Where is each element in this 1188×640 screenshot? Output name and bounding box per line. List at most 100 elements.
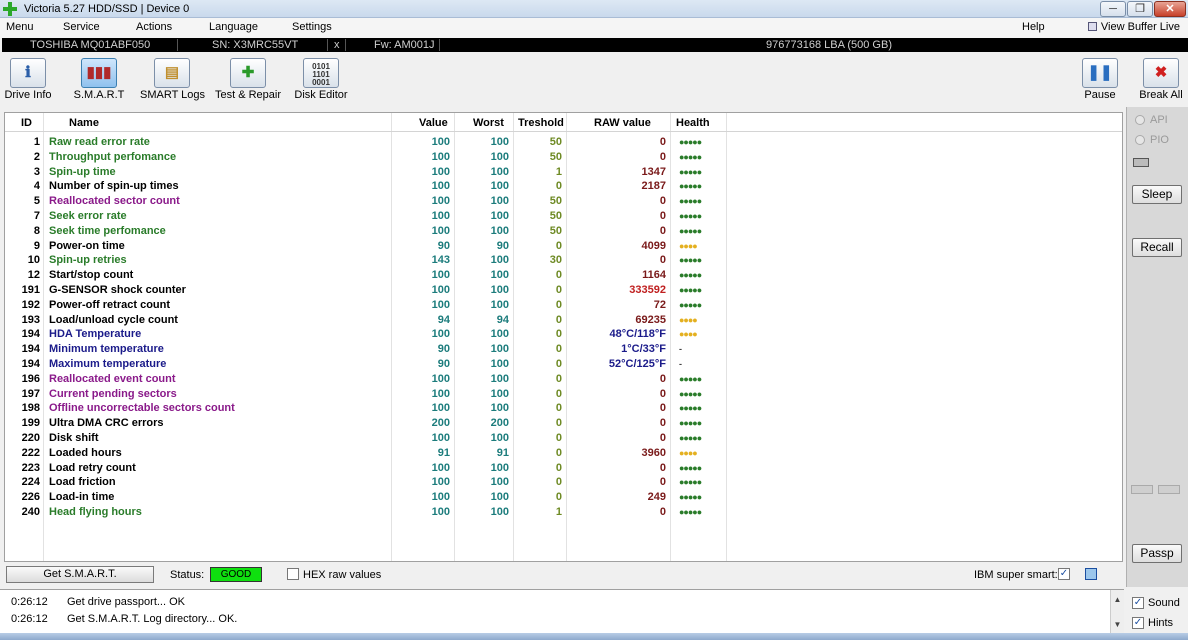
recall-button[interactable]: Recall — [1132, 238, 1182, 257]
menu-settings[interactable]: Settings — [292, 21, 332, 33]
row-id: 2 — [33, 150, 40, 163]
menu-menu[interactable]: Menu — [6, 21, 34, 33]
table-row[interactable]: 194 Minimum temperature 90 100 0 1°C/33°F - — [5, 342, 1122, 357]
table-row[interactable]: 226 Load-in time 100 100 0 249 ●●●●● — [5, 490, 1122, 505]
menu-help[interactable]: Help — [1022, 21, 1045, 33]
hints-checkbox[interactable]: ✓ — [1132, 617, 1144, 629]
table-row[interactable]: 193 Load/unload cycle count 94 94 0 69235 ●●●● — [5, 313, 1122, 328]
table-row[interactable]: 194 HDA Temperature 100 100 0 48°C/118°F ●●●● — [5, 327, 1122, 342]
table-row[interactable]: 10 Spin-up retries 143 100 30 0 ●●●●● — [5, 253, 1122, 268]
hex-raw-checkbox[interactable] — [287, 568, 299, 580]
table-row[interactable]: 222 Loaded hours 91 91 0 3960 ●●●● — [5, 446, 1122, 461]
table-row[interactable]: 220 Disk shift 100 100 0 0 ●●●●● — [5, 431, 1122, 446]
row-id: 12 — [27, 269, 40, 282]
row-value: 100 — [431, 328, 450, 341]
smart-chart-icon: ▮▮▮ — [81, 58, 117, 88]
row-value: 100 — [431, 298, 450, 311]
table-row[interactable]: 199 Ultra DMA CRC errors 200 200 0 0 ●●●●● — [5, 416, 1122, 431]
maximize-button[interactable]: ❐ — [1127, 1, 1153, 17]
toolbar: ℹ Drive Info ▮▮▮ S.M.A.R.T ▤ SMART Logs … — [0, 53, 1188, 105]
row-health: ●●●●● — [679, 181, 702, 192]
smart-logs-button[interactable]: ▤ SMART Logs — [140, 57, 205, 103]
header-id[interactable]: ID — [21, 117, 32, 129]
window-title: Victoria 5.27 HDD/SSD | Device 0 — [24, 3, 190, 15]
hex-raw-label: HEX raw values — [303, 569, 382, 581]
api-radio[interactable] — [1135, 115, 1145, 125]
side-mini-left[interactable] — [1131, 485, 1153, 494]
plus-icon: ✚ — [230, 58, 266, 88]
table-row[interactable]: 2 Throughput perfomance 100 100 50 0 ●●●●● — [5, 150, 1122, 165]
sleep-button[interactable]: Sleep — [1132, 185, 1182, 204]
hints-label: Hints — [1148, 617, 1174, 629]
sound-checkbox[interactable]: ✓ — [1132, 597, 1144, 609]
get-smart-button[interactable]: Get S.M.A.R.T. — [6, 566, 154, 583]
header-threshold[interactable]: Treshold — [518, 117, 564, 129]
row-id: 196 — [21, 372, 40, 385]
row-health: ●●●● — [679, 314, 698, 325]
row-worst: 100 — [490, 298, 509, 311]
scroll-down-icon[interactable]: ▼ — [1111, 620, 1124, 629]
row-id: 199 — [21, 417, 40, 430]
row-threshold: 50 — [549, 150, 562, 163]
header-value[interactable]: Value — [419, 117, 448, 129]
minimize-button[interactable]: ─ — [1100, 1, 1126, 17]
ibm-super-smart-checkbox[interactable]: ✓ — [1058, 568, 1070, 580]
header-raw[interactable]: RAW value — [594, 117, 651, 129]
drive-info-button[interactable]: ℹ Drive Info — [2, 57, 54, 103]
pio-radio[interactable] — [1135, 135, 1145, 145]
disk-editor-button[interactable]: 0101 1101 0001 Disk Editor — [292, 57, 350, 103]
status-bar: Get S.M.A.R.T. Status: GOOD HEX raw valu… — [4, 565, 1123, 585]
table-row[interactable]: 9 Power-on time 90 90 0 4099 ●●●● — [5, 239, 1122, 254]
menu-actions[interactable]: Actions — [136, 21, 172, 33]
table-row[interactable]: 192 Power-off retract count 100 100 0 72 ●●●●● — [5, 298, 1122, 313]
row-threshold: 0 — [555, 180, 562, 193]
table-row[interactable]: 224 Load friction 100 100 0 0 ●●●●● — [5, 475, 1122, 490]
table-row[interactable]: 1 Raw read error rate 100 100 50 0 ●●●●● — [5, 135, 1122, 150]
scroll-up-icon[interactable]: ▲ — [1111, 595, 1124, 604]
table-row[interactable]: 223 Load retry count 100 100 0 0 ●●●●● — [5, 461, 1122, 476]
pause-button[interactable]: ❚❚ Pause — [1080, 57, 1120, 103]
close-button[interactable]: ✕ — [1154, 1, 1186, 17]
header-name[interactable]: Name — [69, 117, 99, 129]
row-health: ●●●●● — [679, 462, 702, 473]
drive-model[interactable]: TOSHIBA MQ01ABF050 — [30, 38, 150, 52]
table-row[interactable]: 191 G-SENSOR shock counter 100 100 0 333592 ●●… — [5, 283, 1122, 298]
view-buffer-live[interactable]: View Buffer Live — [1087, 21, 1180, 33]
header-worst[interactable]: Worst — [473, 117, 504, 129]
table-row[interactable]: 197 Current pending sectors 100 100 0 0 ●●●●● — [5, 387, 1122, 402]
row-name: Load/unload cycle count — [49, 313, 178, 326]
menu-service[interactable]: Service — [63, 21, 100, 33]
row-value: 100 — [431, 180, 450, 193]
log-scrollbar[interactable]: ▲ ▼ — [1110, 590, 1124, 634]
row-name: Reallocated event count — [49, 372, 176, 385]
smart-button[interactable]: ▮▮▮ S.M.A.R.T — [70, 57, 128, 103]
row-worst: 200 — [490, 417, 509, 430]
passp-button[interactable]: Passp — [1132, 544, 1182, 563]
test-repair-button[interactable]: ✚ Test & Repair — [214, 57, 282, 103]
menu-language[interactable]: Language — [209, 21, 258, 33]
table-row[interactable]: 4 Number of spin-up times 100 100 0 2187 ●●●●● — [5, 179, 1122, 194]
sound-label: Sound — [1148, 597, 1180, 609]
side-mini-right[interactable] — [1158, 485, 1180, 494]
table-row[interactable]: 12 Start/stop count 100 100 0 1164 ●●●●● — [5, 268, 1122, 283]
table-row[interactable]: 194 Maximum temperature 90 100 0 52°C/125°F - — [5, 357, 1122, 372]
row-threshold: 50 — [549, 224, 562, 237]
drive-close-icon[interactable]: x — [334, 38, 340, 52]
ibm-info-icon[interactable] — [1085, 568, 1097, 580]
row-value: 90 — [437, 343, 450, 356]
log-line: 0:26:12 Get S.M.A.R.T. Log directory... O… — [11, 613, 238, 625]
table-row[interactable]: 240 Head flying hours 100 100 1 0 ●●●●● — [5, 505, 1122, 520]
table-row[interactable]: 198 Offline uncorrectable sectors count 10… — [5, 401, 1122, 416]
table-row[interactable]: 5 Reallocated sector count 100 100 50 0 ●●●●● — [5, 194, 1122, 209]
table-row[interactable]: 3 Spin-up time 100 100 1 1347 ●●●●● — [5, 165, 1122, 180]
row-health: ●●●●● — [679, 225, 702, 236]
drive-bar: TOSHIBA MQ01ABF050 SN: X3MRC55VT x Fw: A… — [2, 38, 1188, 52]
table-row[interactable]: 7 Seek error rate 100 100 50 0 ●●●●● — [5, 209, 1122, 224]
break-all-button[interactable]: ✖ Break All — [1138, 57, 1184, 103]
side-indicator — [1133, 158, 1149, 167]
table-row[interactable]: 196 Reallocated event count 100 100 0 0 ●●●●● — [5, 372, 1122, 387]
table-row[interactable]: 8 Seek time perfomance 100 100 50 0 ●●●●● — [5, 224, 1122, 239]
header-health[interactable]: Health — [676, 117, 710, 129]
row-raw: 0 — [659, 432, 666, 444]
row-worst: 100 — [490, 224, 509, 237]
